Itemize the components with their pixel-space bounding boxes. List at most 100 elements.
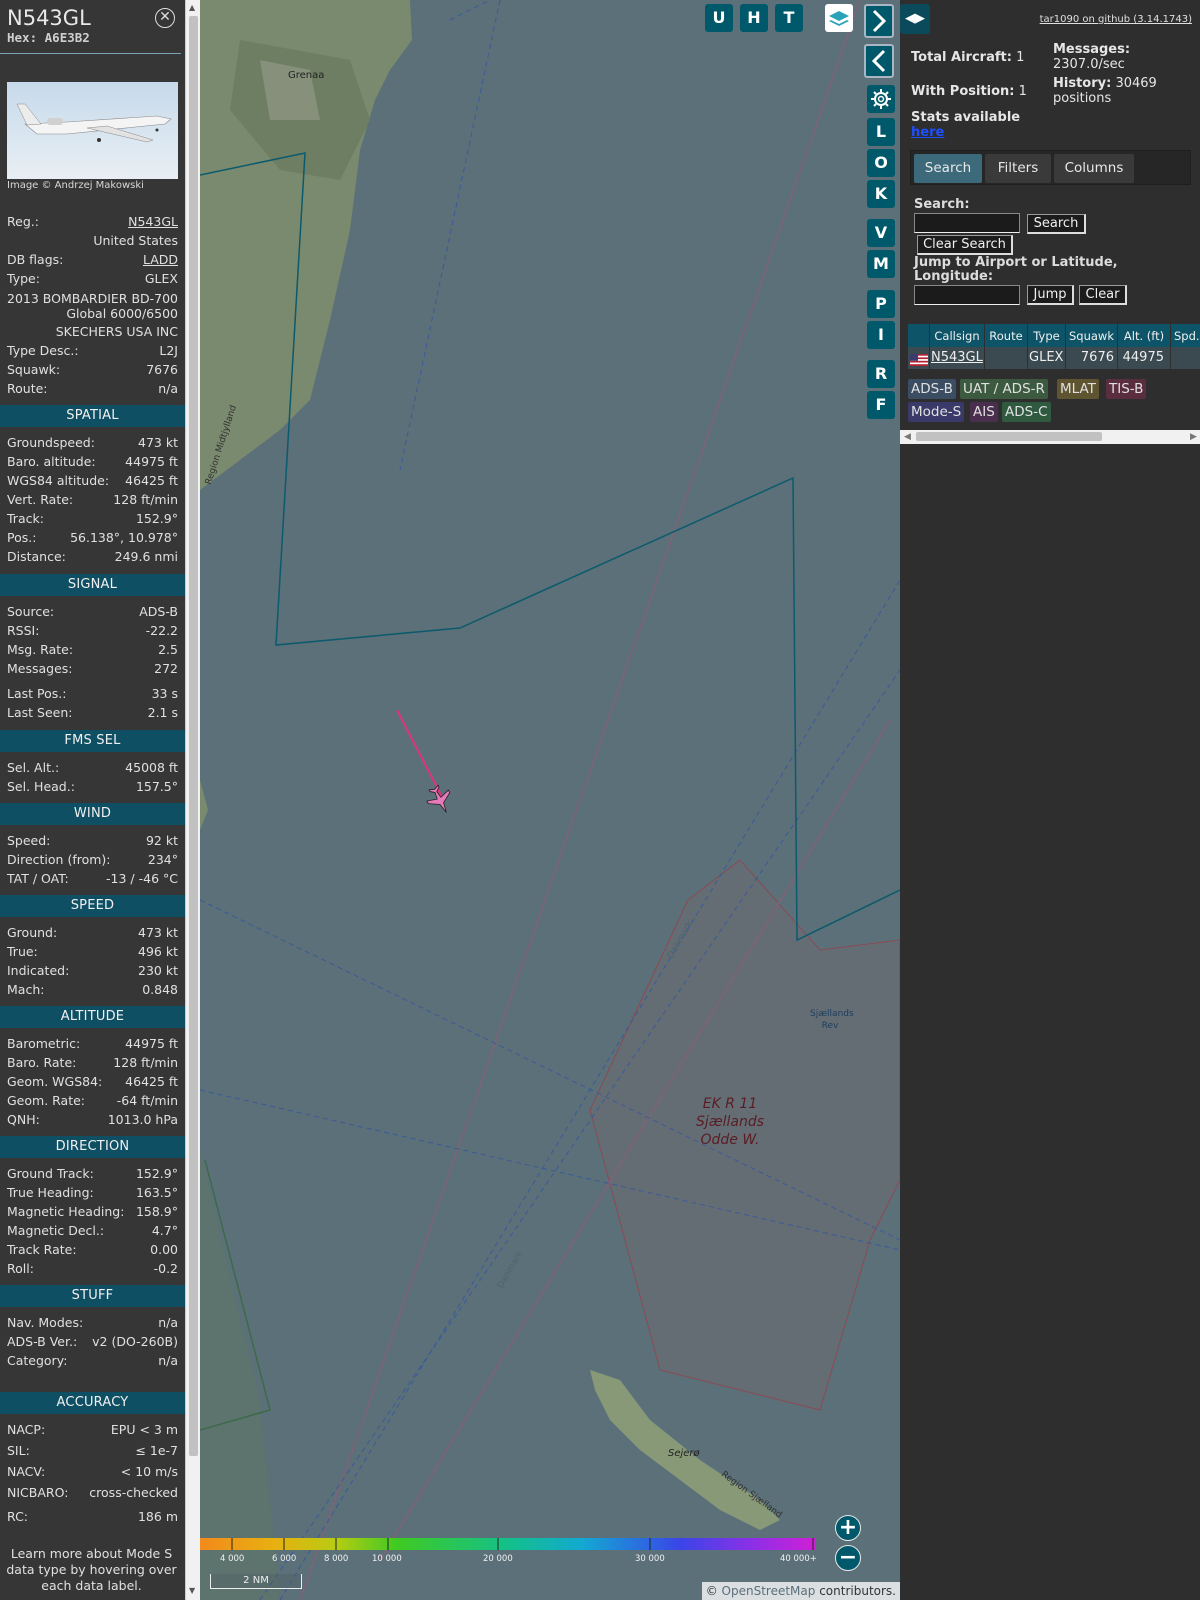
map-button-k[interactable]: K bbox=[867, 180, 895, 208]
altitude-label: 10 000 bbox=[372, 1554, 402, 1564]
map-button-v[interactable]: V bbox=[867, 219, 895, 247]
info-value: 0.848 bbox=[142, 982, 178, 997]
clear-jump-button[interactable]: Clear bbox=[1079, 285, 1127, 305]
info-label: Route: bbox=[7, 381, 48, 396]
jump-label: Jump to Airport or Latitude, Longitude: bbox=[914, 255, 1118, 284]
panel-toggle-arrows-icon[interactable]: ◀▶ bbox=[900, 4, 930, 34]
jump-button[interactable]: Jump bbox=[1027, 285, 1074, 305]
info-label: WGS84 altitude: bbox=[7, 473, 110, 488]
aircraft-marker-icon[interactable] bbox=[423, 782, 457, 818]
openstreetmap-link[interactable]: OpenStreetMap bbox=[722, 1584, 816, 1598]
map-button-m[interactable]: M bbox=[867, 250, 895, 278]
info-label: Geom. WGS84: bbox=[7, 1074, 103, 1089]
search-button[interactable]: Search bbox=[1027, 214, 1086, 234]
aircraft-photo[interactable] bbox=[7, 82, 178, 179]
map-button-i[interactable]: I bbox=[867, 321, 895, 349]
column-header-altitude[interactable]: Alt. (ft) bbox=[1118, 324, 1170, 348]
search-input[interactable] bbox=[914, 213, 1020, 233]
left-panel-scrollbar[interactable]: ▲ ▼ bbox=[185, 0, 200, 1600]
tab-columns[interactable]: Columns bbox=[1054, 154, 1134, 183]
map-button-p[interactable]: P bbox=[867, 290, 895, 318]
row-callsign[interactable]: N543GL bbox=[930, 347, 984, 369]
info-label: NACP: bbox=[7, 1422, 46, 1437]
info-row: Mach: 0.848 bbox=[7, 981, 178, 999]
source-badge-ais: AIS bbox=[970, 402, 998, 422]
info-value: 157.5° bbox=[135, 779, 178, 794]
info-label: ADS-B Ver.: bbox=[7, 1334, 78, 1349]
info-label: Baro. Rate: bbox=[7, 1055, 77, 1070]
row-speed bbox=[1171, 347, 1200, 369]
github-link[interactable]: tar1090 on github (3.14.1743) bbox=[1040, 14, 1192, 25]
stats-here-link[interactable]: here bbox=[911, 125, 944, 140]
info-value: v2 (DO-260B) bbox=[92, 1334, 178, 1349]
tab-filters[interactable]: Filters bbox=[985, 154, 1051, 183]
info-value: 92 kt bbox=[145, 833, 178, 848]
column-header-speed[interactable]: Spd. bbox=[1171, 324, 1200, 348]
info-label: DB flags: bbox=[7, 252, 64, 267]
column-header-route[interactable]: Route bbox=[985, 324, 1027, 348]
info-label: Type: bbox=[7, 271, 40, 286]
info-label: Distance: bbox=[7, 549, 66, 564]
info-value[interactable]: N543GL bbox=[128, 213, 178, 231]
altitude-label: 40 000+ bbox=[780, 1554, 817, 1564]
altitude-label: 4 000 bbox=[220, 1554, 245, 1564]
collapse-left-icon[interactable] bbox=[864, 44, 894, 78]
tab-bar: Search Filters Columns bbox=[910, 150, 1191, 185]
map-button-t[interactable]: T bbox=[775, 4, 803, 32]
jump-input[interactable] bbox=[914, 285, 1020, 305]
map-button-u[interactable]: U bbox=[705, 4, 733, 32]
map-view[interactable]: Grenaa Region Midtjylland Danmark Danmar… bbox=[200, 0, 900, 1600]
settings-gear-icon[interactable] bbox=[867, 85, 895, 113]
expand-right-icon[interactable] bbox=[864, 4, 894, 38]
info-row: ADS-B Ver.: v2 (DO-260B) bbox=[7, 1333, 178, 1351]
section-header-speed: SPEED bbox=[0, 895, 185, 917]
info-row: RSSI: -22.2 bbox=[7, 622, 178, 640]
info-label: RSSI: bbox=[7, 623, 40, 638]
info-label: Magnetic Heading: bbox=[7, 1204, 125, 1219]
info-value: 4.7° bbox=[151, 1223, 178, 1238]
column-header-callsign[interactable]: Callsign bbox=[930, 324, 984, 348]
altitude-label: 20 000 bbox=[483, 1554, 513, 1564]
column-header-flag[interactable] bbox=[908, 324, 929, 348]
section-header-fms: FMS SEL bbox=[0, 730, 185, 752]
source-badge-tisb: TIS-B bbox=[1106, 379, 1147, 399]
layers-icon[interactable] bbox=[825, 4, 853, 32]
column-header-type[interactable]: Type bbox=[1028, 324, 1065, 348]
scrollbar-thumb[interactable] bbox=[916, 432, 1102, 441]
map-button-o[interactable]: O bbox=[867, 149, 895, 177]
source-badge-adsb: ADS-B bbox=[908, 379, 956, 399]
info-row: Last Seen: 2.1 s bbox=[7, 704, 178, 722]
info-row: Sel. Head.: 157.5° bbox=[7, 778, 178, 796]
label-sjaellands-rev: Sjællands Rev bbox=[810, 1009, 854, 1031]
messages-rate: Messages: 2307.0/sec bbox=[1053, 42, 1131, 72]
clear-search-button[interactable]: Clear Search bbox=[917, 235, 1013, 255]
close-icon[interactable]: ✕ bbox=[155, 8, 175, 28]
zoom-out-button[interactable]: − bbox=[835, 1545, 861, 1571]
total-aircraft: Total Aircraft: 1 bbox=[911, 50, 1025, 65]
aircraft-list-panel: ◀▶ tar1090 on github (3.14.1743) Total A… bbox=[900, 0, 1200, 1600]
map-button-r[interactable]: R bbox=[867, 360, 895, 388]
map-canvas[interactable] bbox=[200, 0, 900, 1600]
info-row: TAT / OAT: -13 / -46 °C bbox=[7, 870, 178, 888]
tab-search[interactable]: Search bbox=[914, 154, 982, 183]
info-row: RC: 186 m bbox=[7, 1508, 178, 1526]
info-value[interactable]: LADD bbox=[143, 251, 178, 269]
map-scale: 2 NM bbox=[210, 1574, 302, 1589]
mode-s-help-note: Learn more about Mode S data type by hov… bbox=[6, 1546, 177, 1593]
info-value: 2.1 s bbox=[147, 705, 178, 720]
section-header-accuracy: ACCURACY bbox=[0, 1392, 185, 1414]
scrollbar-thumb[interactable] bbox=[189, 16, 198, 1456]
column-header-squawk[interactable]: Squawk bbox=[1066, 324, 1117, 348]
table-horizontal-scrollbar[interactable]: ◀ ▶ bbox=[900, 430, 1200, 444]
zoom-in-button[interactable]: + bbox=[835, 1515, 861, 1541]
info-row: Direction (from): 234° bbox=[7, 851, 178, 869]
row-squawk: 7676 bbox=[1066, 347, 1117, 369]
map-button-f[interactable]: F bbox=[867, 391, 895, 419]
info-value: 0.00 bbox=[150, 1242, 178, 1257]
info-value: 128 ft/min bbox=[113, 1055, 178, 1070]
map-button-h[interactable]: H bbox=[740, 4, 768, 32]
map-button-l[interactable]: L bbox=[867, 118, 895, 146]
row-altitude: 44975 bbox=[1118, 347, 1170, 369]
info-label: Category: bbox=[7, 1353, 68, 1368]
info-row: Sel. Alt.: 45008 ft bbox=[7, 759, 178, 777]
